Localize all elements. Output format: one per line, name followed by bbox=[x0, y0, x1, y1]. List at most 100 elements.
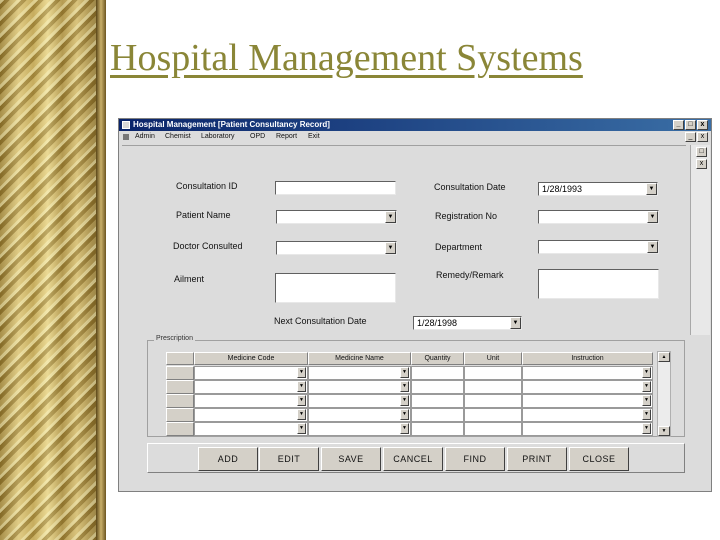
column-header-medicine-code[interactable]: Medicine Code bbox=[194, 352, 308, 365]
chevron-down-icon[interactable]: ▼ bbox=[642, 423, 651, 434]
form-right-panel: □ x bbox=[690, 145, 710, 335]
row-header[interactable] bbox=[166, 408, 194, 422]
menu-item-admin[interactable]: Admin bbox=[135, 131, 155, 143]
cancel-button[interactable]: CANCEL bbox=[383, 447, 443, 471]
instruction-cell[interactable]: ▼ bbox=[522, 394, 653, 408]
patient-name-select[interactable]: ▼ bbox=[276, 210, 397, 224]
decorative-gold-border bbox=[0, 0, 104, 540]
department-select[interactable]: ▼ bbox=[538, 240, 659, 254]
column-header-medicine-name[interactable]: Medicine Name bbox=[308, 352, 411, 365]
consultation-form: Consultation ID Consultation Date 1/28/1… bbox=[122, 145, 686, 337]
row-header[interactable] bbox=[166, 380, 194, 394]
row-header[interactable] bbox=[166, 366, 194, 380]
chevron-down-icon[interactable]: ▼ bbox=[646, 183, 657, 195]
doctor-consulted-select[interactable]: ▼ bbox=[276, 241, 397, 255]
instruction-cell[interactable]: ▼ bbox=[522, 380, 653, 394]
column-header-instruction[interactable]: Instruction bbox=[522, 352, 653, 365]
department-label: Department bbox=[435, 242, 483, 252]
medicine-code-cell[interactable]: ▼ bbox=[194, 380, 308, 394]
medicine-name-cell[interactable]: ▼ bbox=[308, 422, 411, 436]
minimize-button[interactable]: _ bbox=[673, 120, 684, 130]
menu-item-chemist[interactable]: Chemist bbox=[165, 131, 191, 143]
chevron-down-icon[interactable]: ▼ bbox=[642, 367, 651, 378]
chevron-down-icon[interactable]: ▼ bbox=[400, 367, 409, 378]
chevron-down-icon[interactable]: ▼ bbox=[400, 381, 409, 392]
menu-item-exit[interactable]: Exit bbox=[308, 131, 320, 143]
instruction-cell[interactable]: ▼ bbox=[522, 366, 653, 380]
scroll-down-icon[interactable]: ▼ bbox=[658, 426, 670, 436]
close-window-button[interactable]: x bbox=[697, 120, 708, 130]
grid-corner bbox=[166, 352, 194, 365]
consultation-date-label: Consultation Date bbox=[434, 182, 506, 192]
window-titlebar[interactable]: Hospital Management [Patient Consultancy… bbox=[119, 119, 711, 131]
instruction-cell[interactable]: ▼ bbox=[522, 422, 653, 436]
quantity-cell[interactable] bbox=[411, 366, 464, 380]
unit-cell[interactable] bbox=[464, 380, 522, 394]
quantity-cell[interactable] bbox=[411, 380, 464, 394]
chevron-down-icon[interactable]: ▼ bbox=[510, 317, 521, 329]
mdi-close-button[interactable]: x bbox=[697, 132, 708, 142]
medicine-name-cell[interactable]: ▼ bbox=[308, 380, 411, 394]
app-icon bbox=[122, 121, 130, 129]
chevron-down-icon[interactable]: ▼ bbox=[400, 395, 409, 406]
chevron-down-icon[interactable]: ▼ bbox=[400, 409, 409, 420]
menu-bar: Admin Chemist Laboratory OPD Report Exit bbox=[119, 131, 711, 143]
unit-cell[interactable] bbox=[464, 408, 522, 422]
chevron-down-icon[interactable]: ▼ bbox=[385, 211, 396, 223]
remedy-remark-label: Remedy/Remark bbox=[436, 270, 504, 280]
panel-restore-button[interactable]: □ bbox=[696, 147, 707, 157]
medicine-code-cell[interactable]: ▼ bbox=[194, 422, 308, 436]
unit-cell[interactable] bbox=[464, 394, 522, 408]
consultation-id-field[interactable] bbox=[275, 181, 396, 195]
registration-no-select[interactable]: ▼ bbox=[538, 210, 659, 224]
quantity-cell[interactable] bbox=[411, 408, 464, 422]
chevron-down-icon[interactable]: ▼ bbox=[642, 409, 651, 420]
column-header-unit[interactable]: Unit bbox=[464, 352, 522, 365]
medicine-name-cell[interactable]: ▼ bbox=[308, 408, 411, 422]
medicine-code-cell[interactable]: ▼ bbox=[194, 394, 308, 408]
row-header[interactable] bbox=[166, 422, 194, 436]
maximize-button[interactable]: □ bbox=[685, 120, 696, 130]
unit-cell[interactable] bbox=[464, 422, 522, 436]
scroll-up-icon[interactable]: ▲ bbox=[658, 352, 670, 362]
menu-item-opd[interactable]: OPD bbox=[250, 131, 265, 143]
menu-item-report[interactable]: Report bbox=[276, 131, 297, 143]
find-button[interactable]: FIND bbox=[445, 447, 505, 471]
medicine-code-cell[interactable]: ▼ bbox=[194, 366, 308, 380]
panel-close-button[interactable]: x bbox=[696, 159, 707, 169]
menu-item-laboratory[interactable]: Laboratory bbox=[201, 131, 234, 143]
edit-button[interactable]: EDIT bbox=[259, 447, 319, 471]
chevron-down-icon[interactable]: ▼ bbox=[297, 367, 306, 378]
chevron-down-icon[interactable]: ▼ bbox=[400, 423, 409, 434]
quantity-cell[interactable] bbox=[411, 394, 464, 408]
close-button[interactable]: CLOSE bbox=[569, 447, 629, 471]
row-header[interactable] bbox=[166, 394, 194, 408]
chevron-down-icon[interactable]: ▼ bbox=[642, 381, 651, 392]
mdi-minimize-button[interactable]: _ bbox=[685, 132, 696, 142]
ailment-textarea[interactable] bbox=[275, 273, 396, 303]
print-button[interactable]: PRINT bbox=[507, 447, 567, 471]
chevron-down-icon[interactable]: ▼ bbox=[647, 241, 658, 253]
quantity-cell[interactable] bbox=[411, 422, 464, 436]
chevron-down-icon[interactable]: ▼ bbox=[385, 242, 396, 254]
medicine-name-cell[interactable]: ▼ bbox=[308, 366, 411, 380]
chevron-down-icon[interactable]: ▼ bbox=[647, 211, 658, 223]
unit-cell[interactable] bbox=[464, 366, 522, 380]
medicine-name-cell[interactable]: ▼ bbox=[308, 394, 411, 408]
chevron-down-icon[interactable]: ▼ bbox=[297, 409, 306, 420]
remedy-remark-textarea[interactable] bbox=[538, 269, 659, 299]
add-button[interactable]: ADD bbox=[198, 447, 258, 471]
prescription-scrollbar[interactable]: ▲ ▼ bbox=[657, 351, 671, 437]
chevron-down-icon[interactable]: ▼ bbox=[297, 395, 306, 406]
window-title: Hospital Management [Patient Consultancy… bbox=[133, 120, 330, 129]
chevron-down-icon[interactable]: ▼ bbox=[297, 381, 306, 392]
medicine-code-cell[interactable]: ▼ bbox=[194, 408, 308, 422]
chevron-down-icon[interactable]: ▼ bbox=[642, 395, 651, 406]
column-header-quantity[interactable]: Quantity bbox=[411, 352, 464, 365]
save-button[interactable]: SAVE bbox=[321, 447, 381, 471]
instruction-cell[interactable]: ▼ bbox=[522, 408, 653, 422]
chevron-down-icon[interactable]: ▼ bbox=[297, 423, 306, 434]
doctor-consulted-label: Doctor Consulted bbox=[173, 241, 243, 251]
consultation-date-picker[interactable]: 1/28/1993 ▼ bbox=[538, 182, 658, 196]
next-consultation-date-picker[interactable]: 1/28/1998 ▼ bbox=[413, 316, 522, 330]
